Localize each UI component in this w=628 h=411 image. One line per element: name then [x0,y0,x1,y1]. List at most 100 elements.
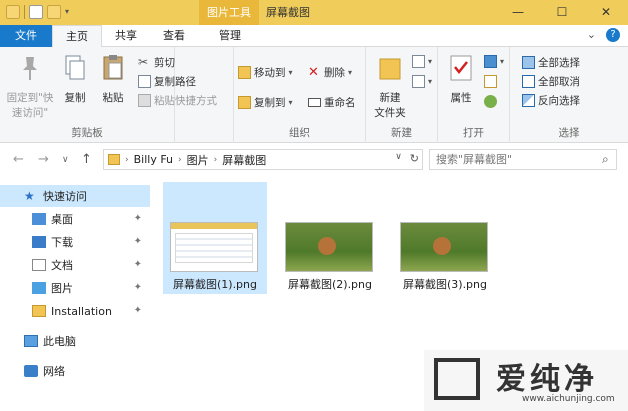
tab-home[interactable]: 主页 [52,25,102,48]
quick-access-toolbar: ▾ [6,5,73,19]
pin-quick-access-button[interactable]: 固定到"快速访问" [6,53,54,120]
maximize-button[interactable]: ☐ [540,0,584,25]
new-folder-icon[interactable] [47,5,61,19]
file-name: 屏幕截图(3).png [402,278,487,291]
new-folder-label: 新建 文件夹 [374,92,406,119]
properties-label: 属性 [450,92,472,104]
back-arrow-icon[interactable]: ← [13,152,24,167]
nav-item-downloads[interactable]: 下载 ✦ [0,231,150,253]
ribbon-expand-icon[interactable]: ⌄ [587,28,596,42]
select-all-icon [522,56,535,69]
pin-icon[interactable]: ✦ [134,236,142,247]
picture-tools-context-tab[interactable]: 图片工具 [199,0,259,25]
file-thumbnail [400,222,488,272]
nav-item-documents[interactable]: 文档 ✦ [0,254,150,276]
recent-chevron-icon[interactable]: ∨ [62,155,69,165]
forward-arrow-icon[interactable]: → [38,152,49,167]
nav-network[interactable]: 网络 [0,360,150,382]
search-input[interactable]: 搜索"屏幕截图" [429,149,617,170]
breadcrumb-item[interactable]: 图片 [187,152,209,168]
nav-item-pictures[interactable]: 图片 ✦ [0,277,150,299]
tab-share[interactable]: 共享 [104,25,148,47]
nav-quick-access[interactable]: ★ 快速访问 [0,185,150,207]
breadcrumb-item[interactable]: Billy Fu [134,153,173,166]
paste-button[interactable]: 粘贴 [96,53,130,105]
clipboard-group-label: 剪贴板 [71,127,103,139]
tab-manage[interactable]: 管理 [205,25,255,47]
refresh-icon[interactable]: ↻ [410,152,419,165]
open-group-label: 打开 [463,127,484,139]
pictures-icon [32,282,46,294]
minimize-button[interactable]: — [496,0,540,25]
paste-shortcut-label: 粘贴快捷方式 [154,95,217,107]
copy-path-icon [138,75,151,88]
search-icon[interactable]: ⌕ [602,152,609,167]
nav-this-pc[interactable]: 此电脑 [0,330,150,352]
qat-dropdown-icon[interactable]: ▾ [65,5,73,19]
up-arrow-icon[interactable]: ↑ [81,152,92,167]
watermark-url: www.aichunjing.com [522,394,615,404]
nav-item-label: 文档 [51,259,73,272]
file-name: 屏幕截图(2).png [287,278,372,291]
copy-to-button[interactable]: 复制到 ▾ [238,95,293,110]
edit-button[interactable] [484,75,497,88]
nav-item-label: Installation [51,304,112,318]
pin-icon[interactable]: ✦ [134,282,142,293]
tab-file[interactable]: 文件 [0,25,52,47]
copy-button[interactable]: 复制 [58,53,92,105]
paste-label: 粘贴 [102,92,124,104]
paste-shortcut-button[interactable]: 粘贴快捷方式 [138,93,217,108]
address-bar[interactable]: › Billy Fu › 图片 › 屏幕截图 ∨ ↻ [103,149,423,170]
address-dropdown-icon[interactable]: ∨ [395,152,402,165]
easy-access-button[interactable]: ▾ [412,75,432,88]
delete-label: 删除 [324,67,345,79]
select-none-label: 全部取消 [538,76,580,88]
nav-item-desktop[interactable]: 桌面 ✦ [0,208,150,230]
tab-view[interactable]: 查看 [152,25,196,47]
history-button[interactable] [484,95,497,108]
move-to-button[interactable]: 移动到 ▾ [238,65,293,80]
move-folder-icon [238,66,251,79]
history-icon [484,95,497,108]
scissors-icon: ✂ [138,55,149,69]
delete-button[interactable]: ✕ 删除 ▾ [308,65,352,80]
delete-x-icon: ✕ [308,65,319,80]
help-icon[interactable]: ? [606,28,620,42]
open-button[interactable]: ▾ [484,55,504,68]
invert-selection-button[interactable]: 反向选择 [522,93,580,108]
breadcrumb-item[interactable]: 屏幕截图 [222,152,266,168]
file-item[interactable]: 屏幕截图(2).png [278,182,382,294]
nav-item-installation[interactable]: Installation ✦ [0,300,150,322]
cut-button[interactable]: ✂ 剪切 [138,55,175,70]
select-none-button[interactable]: 全部取消 [522,74,580,89]
nav-this-pc-label: 此电脑 [43,335,76,348]
pin-icon[interactable]: ✦ [134,259,142,270]
close-button[interactable]: ✕ [584,0,628,25]
copy-path-label: 复制路径 [154,76,196,88]
properties-check-icon[interactable] [29,5,43,19]
watermark-text: 爱纯净 [496,362,598,397]
desktop-folder-icon [32,213,46,225]
window-title: 屏幕截图 [266,6,310,19]
file-item[interactable]: 屏幕截图(3).png [393,182,497,294]
rename-button[interactable]: 重命名 [308,95,356,110]
nav-item-label: 图片 [51,282,73,295]
copy-path-button[interactable]: 复制路径 [138,74,196,89]
edit-icon [484,75,497,88]
open-icon [484,55,497,68]
star-icon: ★ [24,189,35,203]
folder-icon [108,154,120,165]
pin-icon[interactable]: ✦ [134,305,142,316]
new-folder-button[interactable]: 新建 文件夹 [370,53,410,120]
pin-icon[interactable]: ✦ [134,213,142,224]
nav-item-label: 下载 [51,236,73,249]
new-folder-icon [379,58,401,80]
navigation-pane: ★ 快速访问 桌面 ✦ 下载 ✦ 文档 ✦ 图片 ✦ Installation … [0,180,150,411]
new-item-button[interactable]: ▾ [412,55,432,68]
file-item[interactable]: 屏幕截图(1).png [163,182,267,294]
properties-button[interactable]: 属性 [444,53,478,105]
chevron-down-icon: ▾ [428,77,433,86]
chevron-down-icon: ▾ [500,57,505,66]
select-all-button[interactable]: 全部选择 [522,55,580,70]
paste-icon [103,55,123,80]
